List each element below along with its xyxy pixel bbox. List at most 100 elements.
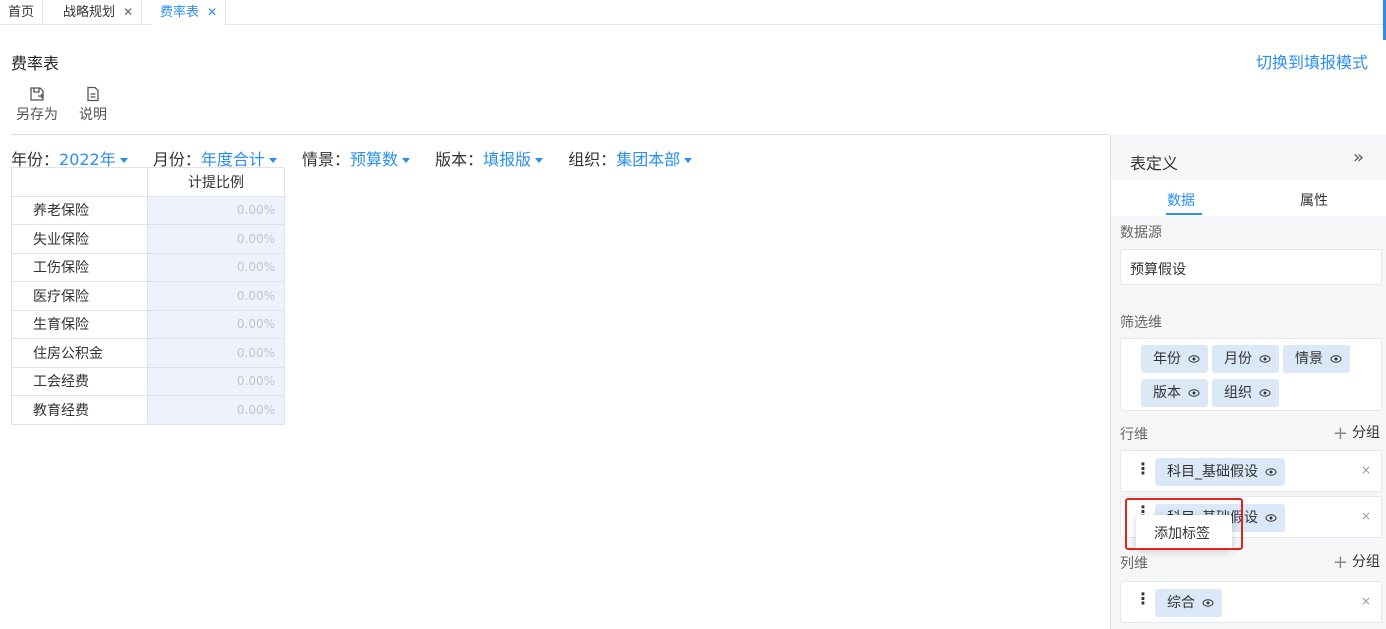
more-vertical-icon[interactable]: ⋮ — [1135, 459, 1151, 478]
row-header: 医疗保险 — [11, 281, 148, 311]
tab-rate-table[interactable]: 费率表 ✕ — [152, 0, 227, 25]
tab-label: 费率表 — [160, 5, 200, 20]
eye-icon[interactable] — [1259, 387, 1271, 399]
chip-label: 科目_基础假设 — [1167, 464, 1258, 480]
filter-version[interactable]: 版本：填报版 — [435, 146, 544, 170]
collapse-panel-icon[interactable]: » — [1353, 147, 1364, 168]
filter-dims-box: 年份 月份 情景 版本 组织 — [1120, 338, 1382, 411]
value-cell[interactable]: 0.00% — [147, 281, 285, 311]
filter-value[interactable]: 集团本部 — [616, 150, 680, 169]
value-cell[interactable]: 0.00% — [147, 224, 285, 254]
value-cell[interactable]: 0.00% — [147, 252, 285, 282]
caret-down-icon[interactable] — [402, 158, 410, 163]
filter-dims-label: 筛选维 — [1120, 315, 1162, 331]
caret-down-icon[interactable] — [684, 158, 693, 163]
grid-header-row: 计提比例 — [11, 167, 285, 197]
row-header: 工会经费 — [11, 366, 148, 396]
document-icon — [87, 86, 99, 102]
tab-bar: 首页 战略规划 ✕ 费率表 ✕ — [0, 0, 1386, 25]
row-header: 养老保险 — [11, 195, 148, 225]
row-header: 住房公积金 — [11, 338, 148, 368]
eye-icon[interactable] — [1188, 353, 1200, 365]
close-icon[interactable]: ✕ — [207, 5, 217, 19]
value-cell[interactable]: 0.00% — [147, 195, 285, 225]
remove-icon[interactable]: × — [1361, 509, 1371, 523]
row-header: 教育经费 — [11, 395, 148, 425]
table-row: 工会经费 0.00% — [11, 366, 285, 396]
chip-label: 情景 — [1295, 351, 1323, 367]
dim-chip-organization[interactable]: 组织 — [1212, 379, 1280, 407]
table-row: 养老保险 0.00% — [11, 195, 285, 225]
row-dim-item: ⋮ 科目_基础假设 × — [1120, 450, 1382, 492]
tab-label: 首页 — [8, 5, 35, 20]
active-tab-indicator — [1166, 213, 1202, 215]
panel-header: 表定义 » — [1111, 135, 1386, 180]
eye-icon[interactable] — [1265, 512, 1277, 524]
panel-tabs: 数据 属性 — [1111, 180, 1386, 216]
chip-label: 组织 — [1224, 385, 1252, 401]
row-header: 工伤保险 — [11, 252, 148, 282]
add-col-group-button[interactable]: + 分组 — [1333, 551, 1380, 573]
filter-bar: 年份：2022年 月份：年度合计 情景：预算数 版本：填报版 组织：集团本部 — [11, 146, 712, 170]
explain-button[interactable]: 说明 — [68, 86, 118, 124]
save-as-label: 另存为 — [16, 107, 58, 123]
close-icon[interactable]: ✕ — [123, 5, 133, 19]
save-as-button[interactable]: 另存为 — [12, 86, 62, 124]
dim-chip-account[interactable]: 科目_基础假设 — [1155, 458, 1286, 486]
tab-data[interactable]: 数据 — [1167, 190, 1195, 210]
eye-icon[interactable] — [1202, 597, 1214, 609]
dim-chip-year[interactable]: 年份 — [1141, 345, 1209, 373]
chip-label: 版本 — [1153, 385, 1181, 401]
caret-down-icon[interactable] — [535, 158, 544, 163]
eye-icon[interactable] — [1265, 466, 1277, 478]
eye-icon[interactable] — [1259, 353, 1271, 365]
add-row-group-button[interactable]: + 分组 — [1333, 422, 1380, 444]
value-cell[interactable]: 0.00% — [147, 395, 285, 425]
col-dim-item: ⋮ 综合 × — [1120, 581, 1382, 623]
table-row: 教育经费 0.00% — [11, 395, 285, 425]
dim-chip-summary[interactable]: 综合 — [1155, 589, 1223, 617]
grid-corner — [11, 167, 148, 197]
filter-label: 情景： — [301, 150, 350, 169]
datasource-field[interactable]: 预算假设 — [1120, 249, 1382, 285]
table-row: 失业保险 0.00% — [11, 224, 285, 254]
eye-icon[interactable] — [1188, 387, 1200, 399]
filter-organization[interactable]: 组织：集团本部 — [568, 146, 693, 170]
eye-icon[interactable] — [1330, 353, 1342, 365]
table-row: 医疗保险 0.00% — [11, 281, 285, 311]
caret-down-icon[interactable] — [268, 158, 277, 163]
value-cell[interactable]: 0.00% — [147, 338, 285, 368]
value-cell[interactable]: 0.00% — [147, 309, 285, 339]
filter-scenario[interactable]: 情景：预算数 — [302, 146, 410, 170]
plus-icon: + — [1332, 552, 1348, 573]
column-header: 计提比例 — [147, 167, 285, 197]
save-as-icon — [30, 87, 44, 101]
tab-home[interactable]: 首页 — [0, 0, 44, 25]
explain-label: 说明 — [79, 107, 107, 123]
add-group-label: 分组 — [1352, 554, 1380, 570]
table-definition-panel: 表定义 » 数据 属性 数据源 预算假设 筛选维 年份 月份 情景 版本 组织 — [1110, 135, 1386, 629]
row-header: 失业保险 — [11, 224, 148, 254]
chip-label: 年份 — [1153, 351, 1181, 367]
filter-value[interactable]: 填报版 — [483, 150, 531, 169]
tab-attributes[interactable]: 属性 — [1300, 190, 1328, 210]
dim-chip-month[interactable]: 月份 — [1212, 345, 1280, 373]
dim-chip-version[interactable]: 版本 — [1141, 379, 1209, 407]
more-vertical-icon[interactable]: ⋮ — [1135, 589, 1151, 608]
highlight-annotation — [1125, 498, 1243, 550]
dim-chip-scenario[interactable]: 情景 — [1283, 345, 1351, 373]
filter-label: 版本： — [435, 150, 484, 169]
remove-icon[interactable]: × — [1361, 463, 1371, 477]
tab-strategic-planning[interactable]: 战略规划 ✕ — [55, 0, 143, 25]
datasource-label: 数据源 — [1120, 225, 1162, 241]
filter-value[interactable]: 预算数 — [350, 150, 398, 169]
value-cell[interactable]: 0.00% — [147, 366, 285, 396]
page-title: 费率表 — [11, 54, 60, 73]
remove-icon[interactable]: × — [1361, 594, 1371, 608]
switch-to-fill-mode-link[interactable]: 切换到填报模式 — [1256, 49, 1368, 73]
table-row: 工伤保险 0.00% — [11, 252, 285, 282]
caret-down-icon[interactable] — [119, 158, 128, 163]
row-header: 生育保险 — [11, 309, 148, 339]
tab-label: 战略规划 — [63, 5, 116, 20]
table-row: 生育保险 0.00% — [11, 309, 285, 339]
